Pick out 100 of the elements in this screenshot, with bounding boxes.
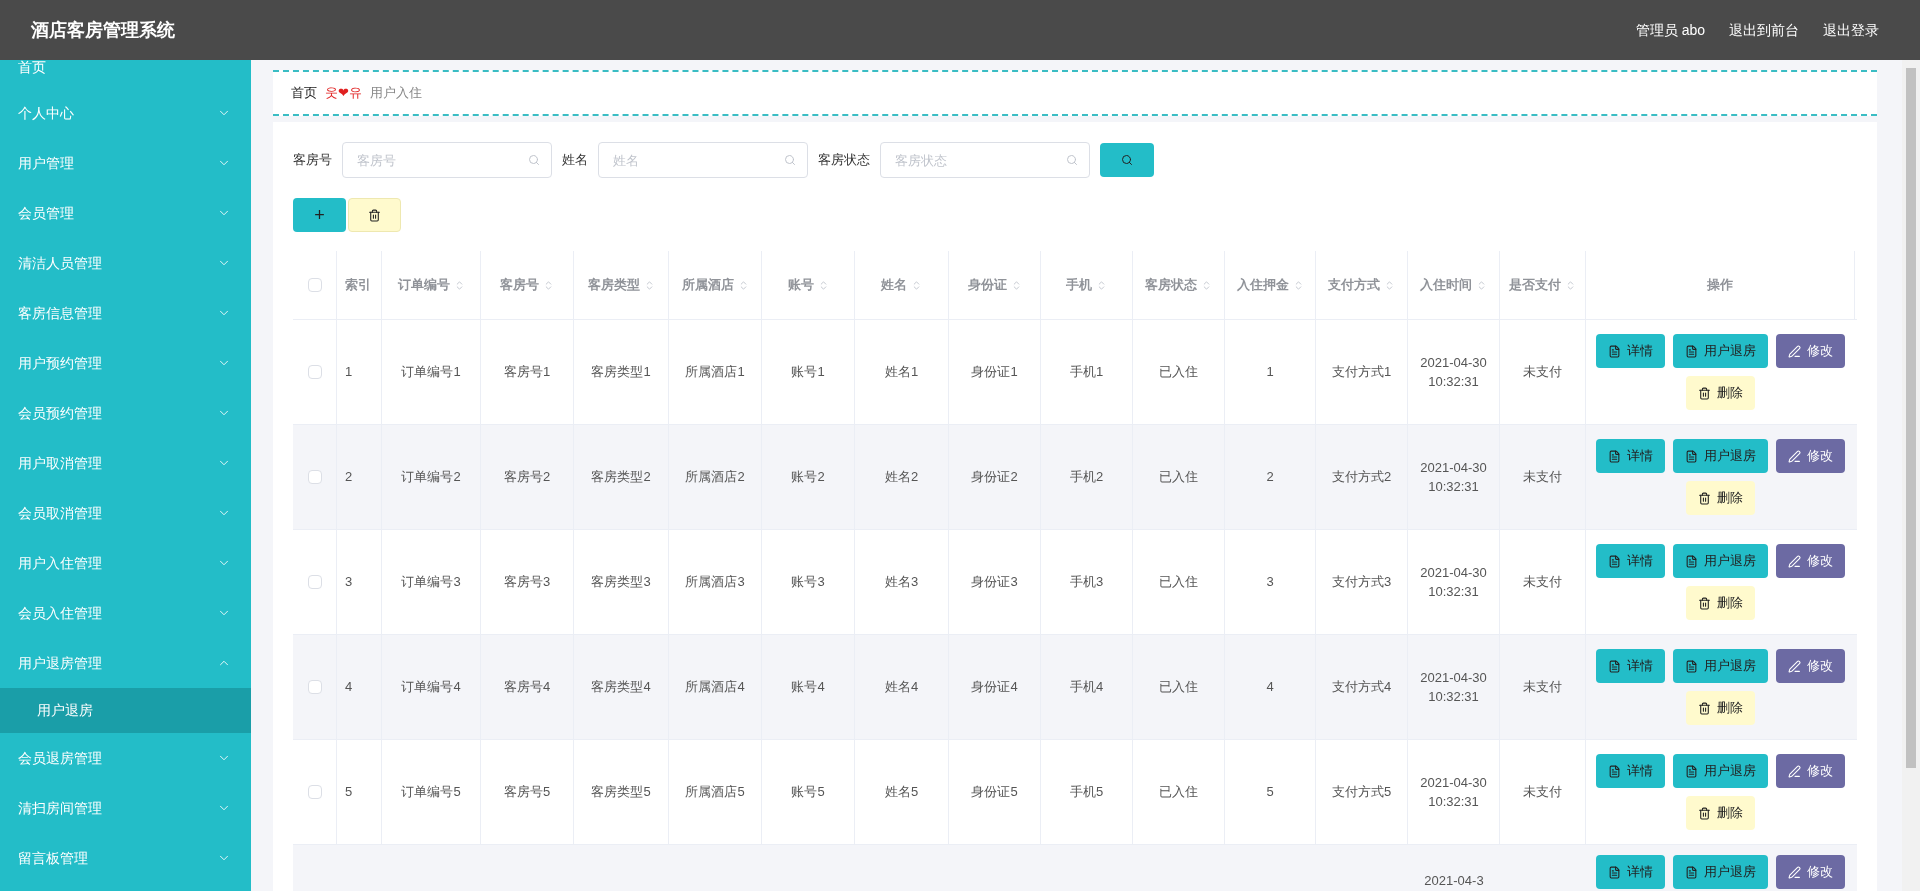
trash-icon (368, 208, 381, 222)
details-button[interactable]: 详情 (1596, 334, 1665, 368)
details-button[interactable]: 详情 (1596, 754, 1665, 788)
table-cell-text: 账号5 (791, 783, 825, 802)
field-label: 客房号 (293, 151, 332, 170)
column-header[interactable]: 入住时间 (1408, 251, 1500, 319)
header-link[interactable]: 退出登录 (1823, 19, 1879, 41)
sidebar-item[interactable]: 会员取消管理 (0, 488, 251, 538)
sort-icon (1096, 279, 1107, 291)
edit-button[interactable]: 修改 (1776, 855, 1845, 889)
document-icon (1685, 659, 1698, 673)
sidebar-item[interactable]: 清洁人员管理 (0, 238, 251, 288)
trash-icon (1698, 491, 1711, 505)
column-header[interactable]: 身份证 (949, 251, 1041, 319)
column-header[interactable]: 姓名 (855, 251, 949, 319)
row-checkbox[interactable] (307, 278, 322, 292)
sort-icon (1476, 279, 1487, 291)
sidebar-item[interactable]: 会员预约管理 (0, 388, 251, 438)
table-cell-text: 订单编号3 (401, 573, 461, 592)
checkout-button[interactable]: 用户退房 (1673, 855, 1768, 889)
table-cell-text: 4 (345, 678, 353, 697)
search-button[interactable] (1100, 143, 1154, 177)
table-cell-text: 5 (345, 783, 353, 802)
document-icon (1685, 554, 1698, 568)
document-icon (1685, 865, 1698, 879)
table-cell-text: 5 (1266, 783, 1274, 802)
document-icon (1608, 865, 1621, 879)
sidebar-item[interactable]: 会员入住管理 (0, 588, 251, 638)
delete-button[interactable]: 删除 (1686, 376, 1755, 410)
delete-button[interactable]: 删除 (1686, 586, 1755, 620)
sidebar-item[interactable]: 首页 (0, 60, 251, 88)
sidebar-item[interactable]: 用户预约管理 (0, 338, 251, 388)
row-checkbox[interactable] (307, 680, 322, 694)
column-header[interactable]: 是否支付 (1500, 251, 1586, 319)
delete-button[interactable]: 删除 (1686, 691, 1755, 725)
row-checkbox[interactable] (307, 785, 322, 799)
document-icon (1608, 659, 1621, 673)
table-cell-text: 所属酒店1 (685, 363, 745, 382)
edit-button[interactable]: 修改 (1776, 334, 1845, 368)
checkout-button[interactable]: 用户退房 (1673, 754, 1768, 788)
sidebar-item[interactable]: 客房信息管理 (0, 288, 251, 338)
edit-button[interactable]: 修改 (1776, 439, 1845, 473)
details-button[interactable]: 详情 (1596, 649, 1665, 683)
sidebar-item[interactable]: 留言板管理 (0, 833, 251, 883)
column-header[interactable]: 入住押金 (1225, 251, 1316, 319)
sort-icon (543, 279, 554, 291)
column-header[interactable]: 账号 (762, 251, 855, 319)
table-cell-text: 客房号1 (503, 363, 551, 382)
sidebar-subitem[interactable]: 用户退房 (0, 688, 251, 733)
scrollbar[interactable] (1902, 60, 1920, 891)
details-button[interactable]: 详情 (1596, 439, 1665, 473)
column-header[interactable]: 订单编号 (382, 251, 481, 319)
column-header[interactable]: 客房类型 (574, 251, 669, 319)
checkout-button[interactable]: 用户退房 (1673, 544, 1768, 578)
table-cell-text: 身份证5 (971, 783, 1018, 802)
checkout-button[interactable]: 用户退房 (1673, 439, 1768, 473)
delete-button[interactable] (348, 198, 401, 232)
pencil-icon (1788, 554, 1801, 568)
field-label: 姓名 (562, 151, 588, 170)
column-header[interactable]: 支付方式 (1316, 251, 1408, 319)
sidebar-item[interactable]: 清扫房间管理 (0, 783, 251, 833)
sidebar-item[interactable]: 用户取消管理 (0, 438, 251, 488)
header-link[interactable]: 退出到前台 (1729, 19, 1799, 41)
delete-button[interactable]: 删除 (1686, 481, 1755, 515)
details-button[interactable]: 详情 (1596, 544, 1665, 578)
sidebar-item[interactable]: 用户退房管理 (0, 638, 251, 688)
table-cell-text: 客房号2 (503, 468, 551, 487)
edit-button[interactable]: 修改 (1776, 649, 1845, 683)
add-button[interactable]: + (293, 198, 346, 232)
row-checkbox[interactable] (307, 575, 322, 589)
edit-button[interactable]: 修改 (1776, 544, 1845, 578)
column-header[interactable]: 所属酒店 (669, 251, 762, 319)
table-cell-text: 订单编号4 (401, 678, 461, 697)
column-header[interactable]: 客房状态 (1133, 251, 1225, 319)
row-checkbox[interactable] (307, 365, 322, 379)
details-button[interactable]: 详情 (1596, 855, 1665, 889)
column-header[interactable]: 客房号 (481, 251, 574, 319)
checkout-button[interactable]: 用户退房 (1673, 649, 1768, 683)
checkout-button[interactable]: 用户退房 (1673, 334, 1768, 368)
table-cell-text: 客房类型3 (591, 573, 651, 592)
sidebar-item[interactable]: 会员退房管理 (0, 733, 251, 783)
row-checkbox[interactable] (307, 470, 322, 484)
delete-button[interactable]: 删除 (1686, 796, 1755, 830)
breadcrumb-home[interactable]: 首页 (291, 83, 317, 103)
sidebar-item[interactable]: 用户入住管理 (0, 538, 251, 588)
edit-button[interactable]: 修改 (1776, 754, 1845, 788)
sidebar-item[interactable]: 会员管理 (0, 188, 251, 238)
table-cell-text: 2021-04-30 10:32:31 (1419, 353, 1488, 391)
sidebar-item[interactable]: 用户管理 (0, 138, 251, 188)
document-icon (1608, 554, 1621, 568)
sidebar-item[interactable]: 个人中心 (0, 88, 251, 138)
search-field[interactable]: 客房号 (342, 142, 552, 178)
search-field[interactable]: 姓名 (598, 142, 808, 178)
table-cell-text: 身份证3 (971, 573, 1018, 592)
table-cell-text: 支付方式4 (1331, 678, 1392, 697)
app-title: 酒店客房管理系统 (31, 18, 175, 42)
table-cell-text: 姓名3 (884, 573, 919, 592)
column-header[interactable]: 手机 (1041, 251, 1133, 319)
search-field[interactable]: 客房状态 (880, 142, 1090, 178)
table-cell-text: 所属酒店3 (685, 573, 745, 592)
